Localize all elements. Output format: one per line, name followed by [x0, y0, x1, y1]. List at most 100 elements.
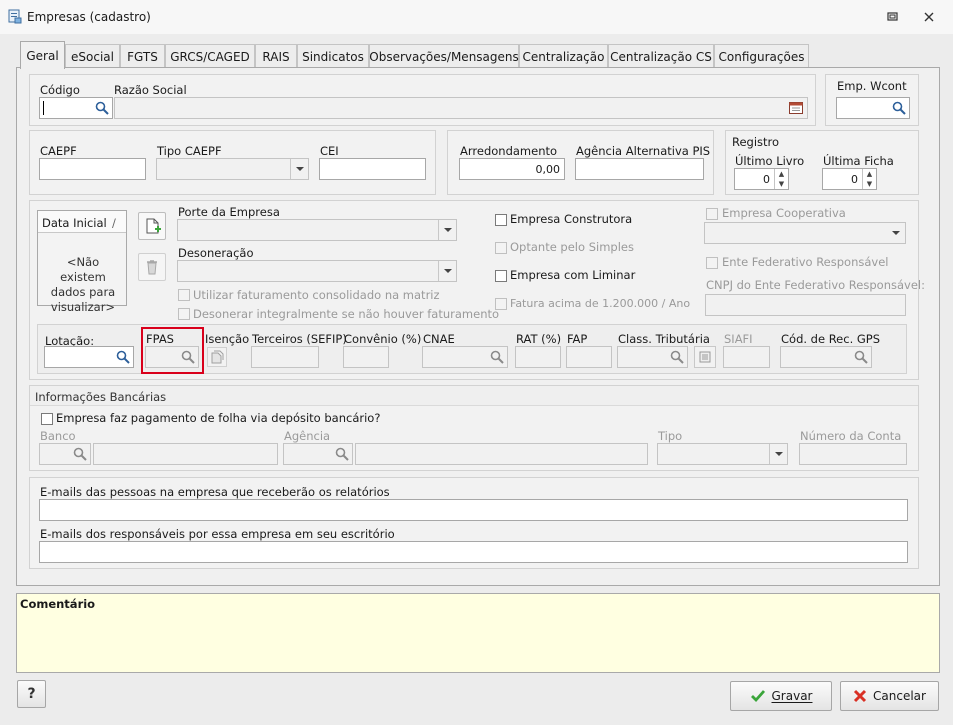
text-caret: [43, 101, 44, 115]
empresa-liminar-checkbox[interactable]: [495, 270, 507, 282]
fpas-label: FPAS: [146, 332, 174, 346]
class-trib-input[interactable]: [617, 346, 688, 368]
isencao-button[interactable]: [207, 347, 227, 367]
search-icon[interactable]: [487, 347, 507, 367]
search-icon[interactable]: [332, 444, 352, 464]
banco-name-input[interactable]: [93, 443, 278, 465]
grid-header[interactable]: Data Inicial /: [38, 211, 126, 233]
cod-gps-input[interactable]: [780, 346, 872, 368]
desonerar-checkbox[interactable]: [178, 308, 190, 320]
desoneracao-label: Desoneração: [178, 246, 254, 260]
ultima-ficha-stepper[interactable]: 0 ▲ ▼: [822, 168, 877, 190]
tipo-label: Tipo: [658, 429, 683, 443]
cancel-label: Cancelar: [873, 689, 926, 703]
fap-input[interactable]: [566, 346, 612, 368]
ultimo-livro-stepper[interactable]: 0 ▲ ▼: [734, 168, 789, 190]
tipo-select[interactable]: [657, 443, 788, 465]
empresa-construtora-checkbox[interactable]: [495, 214, 507, 226]
emails-responsaveis-label: E-mails dos responsáveis por essa empres…: [40, 527, 395, 541]
agencia-name-input[interactable]: [355, 443, 648, 465]
search-icon[interactable]: [92, 98, 112, 118]
razao-social-input[interactable]: [114, 97, 808, 119]
comentario-area[interactable]: Comentário: [16, 593, 940, 673]
tipo-caepf-label: Tipo CAEPF: [157, 144, 222, 158]
codigo-input[interactable]: [39, 97, 113, 119]
spin-buttons[interactable]: ▲ ▼: [862, 169, 876, 189]
chevron-down-icon[interactable]: [438, 261, 456, 281]
ultima-ficha-value: 0: [851, 173, 858, 186]
chevron-down-icon[interactable]: [887, 223, 905, 243]
ente-federativo-checkbox[interactable]: [706, 257, 718, 269]
document-icon: [211, 350, 224, 364]
empresa-cooperativa-checkbox[interactable]: [706, 208, 718, 220]
optante-simples-checkbox[interactable]: [495, 242, 507, 254]
numero-conta-input[interactable]: [799, 443, 907, 465]
save-label: Gravar: [771, 689, 813, 703]
help-icon: ?: [27, 686, 36, 702]
empresa-construtora-label: Empresa Construtora: [510, 212, 633, 226]
spin-buttons[interactable]: ▲ ▼: [774, 169, 788, 189]
empresa-cooperativa-label: Empresa Cooperativa: [722, 206, 846, 220]
agencia-pis-input[interactable]: [575, 158, 704, 180]
convenio-input[interactable]: [343, 346, 389, 368]
terceiros-label: Terceiros (SEFIP): [252, 332, 347, 346]
caepf-label: CAEPF: [40, 144, 77, 158]
caepf-input[interactable]: [39, 158, 146, 180]
convenio-label: Convênio (%): [344, 332, 422, 346]
search-icon[interactable]: [889, 98, 909, 118]
add-document-button[interactable]: [138, 212, 166, 240]
ente-federativo-label: Ente Federativo Responsável: [722, 255, 889, 269]
search-icon[interactable]: [178, 347, 198, 367]
tipo-caepf-select[interactable]: [156, 158, 309, 180]
search-icon[interactable]: [667, 347, 687, 367]
help-button[interactable]: ?: [17, 680, 46, 708]
banco-label: Banco: [40, 429, 76, 443]
save-button[interactable]: Gravar: [730, 681, 832, 711]
emails-relatorios-label: E-mails das pessoas na empresa que receb…: [40, 485, 390, 499]
emp-wcont-input[interactable]: [836, 97, 910, 119]
cei-input[interactable]: [319, 158, 426, 180]
banco-code-input[interactable]: [39, 443, 91, 465]
ultima-ficha-label: Última Ficha: [823, 154, 894, 168]
agencia-code-input[interactable]: [283, 443, 353, 465]
agencia-pis-label: Agência Alternativa PIS: [576, 144, 711, 158]
chevron-down-icon[interactable]: [290, 159, 308, 179]
cnpj-ente-input[interactable]: [705, 294, 906, 316]
search-icon[interactable]: [70, 444, 90, 464]
search-icon[interactable]: [113, 347, 133, 367]
arredondamento-value: 0,00: [535, 163, 561, 176]
arredondamento-label: Arredondamento: [460, 144, 558, 158]
utilizar-faturamento-checkbox[interactable]: [178, 289, 190, 301]
terceiros-input[interactable]: [251, 346, 319, 368]
arredondamento-input[interactable]: 0,00: [459, 158, 565, 180]
cooperativa-select[interactable]: [704, 222, 906, 244]
chevron-down-icon[interactable]: [438, 220, 456, 240]
deposito-checkbox[interactable]: [41, 413, 53, 425]
ultimo-livro-value: 0: [763, 173, 770, 186]
chevron-down-icon[interactable]: [769, 444, 787, 464]
lotacao-input[interactable]: [44, 346, 134, 368]
rat-input[interactable]: [515, 346, 561, 368]
cancel-button[interactable]: Cancelar: [840, 681, 939, 711]
data-inicial-grid[interactable]: Data Inicial / <Não existem dados para v…: [37, 210, 127, 314]
emp-wcont-label: Emp. Wcont: [837, 79, 907, 93]
fpas-input[interactable]: [145, 346, 199, 368]
bancarias-title: Informações Bancárias: [35, 390, 167, 404]
calendar-icon[interactable]: [785, 98, 807, 118]
porte-select[interactable]: [177, 219, 457, 241]
list-button[interactable]: [694, 346, 716, 368]
search-icon[interactable]: [851, 347, 871, 367]
emails-responsaveis-input[interactable]: [39, 541, 908, 563]
siafi-input[interactable]: [723, 346, 770, 368]
trash-icon: [147, 260, 157, 275]
rat-label: RAT (%): [516, 332, 562, 346]
list-icon: [699, 351, 711, 363]
desoneracao-select[interactable]: [177, 260, 457, 282]
cnae-input[interactable]: [422, 346, 508, 368]
optante-simples-label: Optante pelo Simples: [510, 240, 634, 254]
empresa-liminar-label: Empresa com Liminar: [510, 268, 636, 282]
grid-empty-text: <Não existem dados para visualizar>: [50, 255, 116, 314]
fatura-acima-checkbox[interactable]: [495, 298, 507, 310]
emails-relatorios-input[interactable]: [39, 499, 908, 521]
delete-button[interactable]: [138, 253, 166, 281]
